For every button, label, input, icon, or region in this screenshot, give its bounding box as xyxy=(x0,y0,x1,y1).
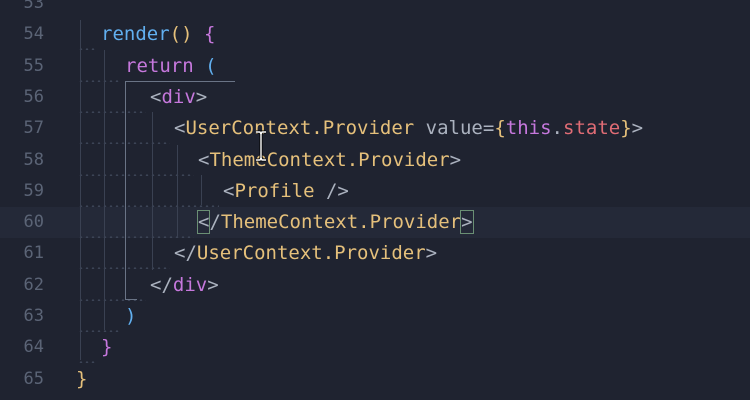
code-token: ThemeContext.Provider xyxy=(209,148,450,171)
indent-guide xyxy=(104,50,105,330)
code-text[interactable]: render() { xyxy=(101,19,215,50)
code-token: UserContext.Provider xyxy=(185,117,415,140)
code-line-63[interactable]: 63) xyxy=(0,301,750,332)
code-line-62[interactable]: 62 </div> xyxy=(0,269,750,301)
indent-whitespace-dots xyxy=(78,81,146,113)
line-number: 54 xyxy=(23,24,44,45)
code-token: { xyxy=(203,23,216,46)
line-number: 53 xyxy=(23,0,44,13)
code-token: < xyxy=(223,179,235,202)
code-token: state xyxy=(563,117,621,140)
code-token: . xyxy=(551,117,563,140)
indent-whitespace-dots xyxy=(78,269,146,301)
code-token: { xyxy=(494,117,506,140)
code-token: } xyxy=(76,367,88,390)
code-token: return xyxy=(125,54,194,77)
code-token: / xyxy=(209,211,221,234)
text-cursor-icon xyxy=(254,130,268,162)
active-indent-guide xyxy=(125,82,126,300)
code-token: < xyxy=(150,85,162,108)
code-token: } xyxy=(620,117,632,140)
code-text[interactable]: <ThemeContext.Provider> xyxy=(198,145,461,176)
code-line-57[interactable]: 57 <UserContext.Provider value={this.stat… xyxy=(0,113,750,145)
indent-whitespace-dots xyxy=(78,50,121,82)
code-line-59[interactable]: 59 <Profile /> xyxy=(0,175,750,207)
code-line-58[interactable]: 58 <ThemeContext.Provider> xyxy=(0,144,750,176)
code-token: > xyxy=(425,242,438,265)
code-text[interactable]: <UserContext.Provider value={this.state}… xyxy=(174,113,643,144)
line-number: 62 xyxy=(23,274,44,295)
code-token: Profile xyxy=(234,179,315,202)
code-token: render xyxy=(101,23,170,46)
code-text[interactable]: </div> xyxy=(150,270,219,301)
code-line-54[interactable]: 54 render() { xyxy=(0,19,750,51)
bracket-match-token: > xyxy=(460,210,474,235)
line-number: 55 xyxy=(23,55,44,76)
scope-bracket-line xyxy=(125,299,137,300)
code-token: = xyxy=(482,117,495,140)
code-token: this xyxy=(505,117,552,140)
code-text[interactable]: } xyxy=(101,332,112,363)
indent-guide xyxy=(177,145,178,237)
indent-whitespace-dots xyxy=(78,175,219,207)
code-token: div xyxy=(172,273,208,296)
indent-guide xyxy=(80,20,81,360)
code-text[interactable]: return ( xyxy=(125,51,217,82)
code-text[interactable]: <div> xyxy=(150,82,207,113)
code-line-65[interactable]: 65} xyxy=(0,364,750,395)
line-number: 57 xyxy=(23,118,44,139)
code-token: > xyxy=(207,273,219,296)
code-token: > xyxy=(195,85,208,108)
indent-whitespace-dots xyxy=(78,301,121,332)
code-token: ( xyxy=(193,54,217,77)
line-number: 61 xyxy=(23,243,44,264)
code-editor[interactable]: 53 54 render() {55 return (56 <div> 57 <UserCo… xyxy=(0,0,750,400)
line-number: 58 xyxy=(23,149,44,170)
line-number: 63 xyxy=(23,306,44,326)
indent-whitespace-dots xyxy=(78,113,170,145)
code-text[interactable]: </ThemeContext.Provider> xyxy=(196,207,474,238)
line-number: 64 xyxy=(23,337,44,358)
code-token: /> xyxy=(314,179,349,202)
indent-guide xyxy=(152,112,153,270)
line-number: 59 xyxy=(23,180,44,201)
indent-guide xyxy=(201,175,202,205)
code-text[interactable]: <Profile /> xyxy=(223,176,349,207)
code-line-64[interactable]: 64} xyxy=(0,332,750,364)
line-number: 65 xyxy=(23,368,44,389)
code-token: () xyxy=(169,23,204,46)
code-token: div xyxy=(161,85,196,108)
code-line-56[interactable]: 56 <div> xyxy=(0,81,750,113)
code-token: UserContext.Provider xyxy=(196,242,426,265)
code-line-60[interactable]: 60 </ThemeContext.Provider> xyxy=(0,207,750,239)
code-token: < xyxy=(198,148,210,171)
line-number: 60 xyxy=(23,212,44,233)
code-text[interactable]: ) xyxy=(125,301,136,332)
code-token: ThemeContext.Provider xyxy=(220,211,462,234)
code-token: </ xyxy=(174,242,197,265)
code-token: value xyxy=(414,117,483,140)
line-number: 56 xyxy=(23,86,44,107)
code-text[interactable]: </UserContext.Provider> xyxy=(174,238,437,269)
code-token: < xyxy=(174,117,186,140)
code-line-61[interactable]: 61 </UserContext.Provider> xyxy=(0,238,750,270)
code-text[interactable]: } xyxy=(76,364,87,395)
code-token: > xyxy=(631,117,644,140)
code-token: } xyxy=(101,336,113,359)
code-line-53[interactable]: 53 xyxy=(0,0,750,19)
code-token: > xyxy=(449,148,462,171)
code-token: ) xyxy=(125,305,137,327)
code-line-55[interactable]: 55 return ( xyxy=(0,50,750,82)
indent-whitespace-dots xyxy=(78,238,170,270)
scope-bracket-line xyxy=(125,81,235,82)
code-token: </ xyxy=(150,273,173,296)
bracket-match-token: < xyxy=(196,210,211,235)
